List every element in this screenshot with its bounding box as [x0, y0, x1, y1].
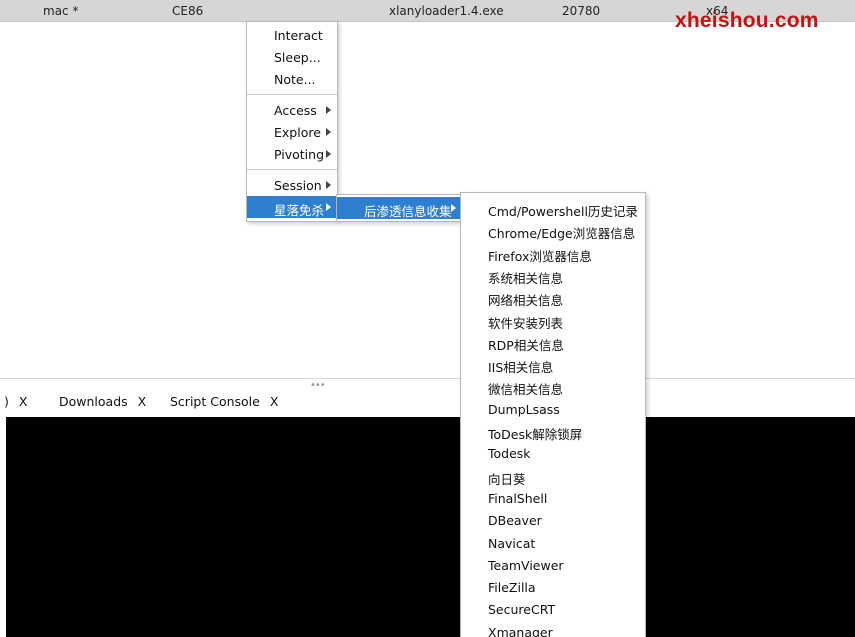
menu-item-session[interactable]: Session — [247, 174, 337, 196]
menu-item-label: Chrome/Edge浏览器信息 — [488, 226, 636, 242]
menu-item-explore[interactable]: Explore — [247, 121, 337, 143]
menu-item-label: FinalShell — [488, 490, 548, 506]
menu-item-label: Note... — [274, 72, 316, 87]
menu-item-label: Pivoting — [274, 147, 325, 162]
tab-script-console[interactable]: Script Console X — [170, 394, 278, 409]
tab-downloads[interactable]: Downloads X — [59, 394, 146, 409]
menu-item-label: Todesk — [488, 446, 531, 462]
submenu-arrow-icon — [326, 150, 331, 158]
tab-bar: ) X Downloads X Script Console X — [0, 386, 855, 417]
menu-item-label: Sleep... — [274, 50, 321, 65]
menu-item-label: Session — [274, 178, 322, 193]
menu-item-label: Access — [274, 103, 317, 118]
menu-item-firefox[interactable]: Firefox浏览器信息 — [461, 242, 645, 264]
menu-item-todesk-unlock[interactable]: ToDesk解除锁屏 — [461, 420, 645, 442]
menu-item-post-exploit-info[interactable]: 后渗透信息收集 — [337, 197, 462, 219]
menu-item-label: SecureCRT — [488, 602, 556, 618]
submenu-arrow-icon — [326, 128, 331, 136]
menu-item-chrome-edge[interactable]: Chrome/Edge浏览器信息 — [461, 219, 645, 241]
menu-item-label: Navicat — [488, 535, 536, 551]
menu-item-dumplsass[interactable]: DumpLsass — [461, 398, 645, 420]
menu-item-label: Firefox浏览器信息 — [488, 248, 592, 264]
menu-item-label: 软件安装列表 — [488, 315, 564, 331]
tab-partial[interactable]: ) X — [4, 394, 27, 409]
menu-separator — [247, 94, 337, 95]
tab-partial-label: ) — [4, 394, 9, 409]
watermark-text: xheishou.com — [675, 9, 819, 32]
menu-item-system-info[interactable]: 系统相关信息 — [461, 264, 645, 286]
process-cell: xlanyloader1.4.exe — [389, 4, 504, 18]
beacon-context-menu: Interact Sleep... Note... Access Explore… — [246, 21, 338, 222]
menu-item-rdp-info[interactable]: RDP相关信息 — [461, 331, 645, 353]
console-output[interactable] — [6, 417, 855, 637]
menu-item-sleep[interactable]: Sleep... — [247, 46, 337, 68]
menu-item-sunflower[interactable]: 向日葵 — [461, 465, 645, 487]
menu-item-cmd-history[interactable]: Cmd/Powershell历史记录 — [461, 197, 645, 219]
menu-item-label: DumpLsass — [488, 401, 560, 417]
tab-script-console-label: Script Console — [170, 394, 260, 409]
pid-cell: 20780 — [562, 4, 601, 18]
menu-item-label: 后渗透信息收集 — [364, 204, 452, 219]
menu-item-network-info[interactable]: 网络相关信息 — [461, 286, 645, 308]
menu-item-label: 星落免杀 — [274, 203, 325, 218]
computer-cell: CE86 — [172, 4, 204, 18]
menu-item-xmanager[interactable]: Xmanager — [461, 621, 645, 637]
menu-item-label: Xmanager — [488, 624, 553, 637]
split-divider — [0, 378, 855, 379]
menu-item-label: TeamViewer — [488, 557, 564, 573]
menu-item-label: Cmd/Powershell历史记录 — [488, 204, 638, 219]
submenu-arrow-icon — [326, 106, 331, 114]
menu-item-access[interactable]: Access — [247, 99, 337, 121]
user-cell: mac * — [43, 4, 79, 18]
menu-item-label: RDP相关信息 — [488, 337, 564, 353]
menu-item-xingluo[interactable]: 星落免杀 — [247, 196, 337, 218]
menu-separator — [247, 169, 337, 170]
menu-item-label: Interact — [274, 28, 323, 43]
menu-item-note[interactable]: Note... — [247, 68, 337, 90]
menu-item-label: 向日葵 — [488, 471, 526, 487]
tab-script-console-close-icon[interactable]: X — [270, 394, 279, 409]
tab-downloads-close-icon[interactable]: X — [138, 394, 147, 409]
xingluo-submenu: 后渗透信息收集 — [336, 194, 463, 222]
menu-item-securecrt[interactable]: SecureCRT — [461, 598, 645, 620]
menu-item-pivoting[interactable]: Pivoting — [247, 143, 337, 165]
menu-item-label: ToDesk解除锁屏 — [488, 427, 583, 442]
menu-item-label: 微信相关信息 — [488, 382, 564, 398]
info-collection-submenu: Cmd/Powershell历史记录 Chrome/Edge浏览器信息 Fire… — [460, 192, 646, 637]
menu-item-label: FileZilla — [488, 580, 536, 596]
submenu-arrow-icon — [326, 181, 331, 189]
menu-item-navicat[interactable]: Navicat — [461, 532, 645, 554]
menu-item-software-list[interactable]: 软件安装列表 — [461, 309, 645, 331]
app-window: mac * CE86 xlanyloader1.4.exe 20780 x64 … — [0, 0, 855, 637]
menu-item-label: 系统相关信息 — [488, 270, 564, 286]
menu-item-teamviewer[interactable]: TeamViewer — [461, 554, 645, 576]
menu-item-label: 网络相关信息 — [488, 293, 564, 309]
menu-item-dbeaver[interactable]: DBeaver — [461, 509, 645, 531]
tab-downloads-label: Downloads — [59, 394, 128, 409]
tab-close-icon[interactable]: X — [19, 394, 28, 409]
menu-item-label: IIS相关信息 — [488, 360, 554, 376]
menu-item-filezilla[interactable]: FileZilla — [461, 576, 645, 598]
submenu-arrow-icon — [451, 204, 456, 212]
menu-item-todesk[interactable]: Todesk — [461, 442, 645, 464]
submenu-arrow-icon — [326, 203, 331, 211]
menu-item-interact[interactable]: Interact — [247, 24, 337, 46]
menu-item-finalshell[interactable]: FinalShell — [461, 487, 645, 509]
menu-item-iis-info[interactable]: IIS相关信息 — [461, 353, 645, 375]
menu-item-label: DBeaver — [488, 513, 542, 529]
menu-item-wechat-info[interactable]: 微信相关信息 — [461, 375, 645, 397]
menu-item-label: Explore — [274, 125, 321, 140]
